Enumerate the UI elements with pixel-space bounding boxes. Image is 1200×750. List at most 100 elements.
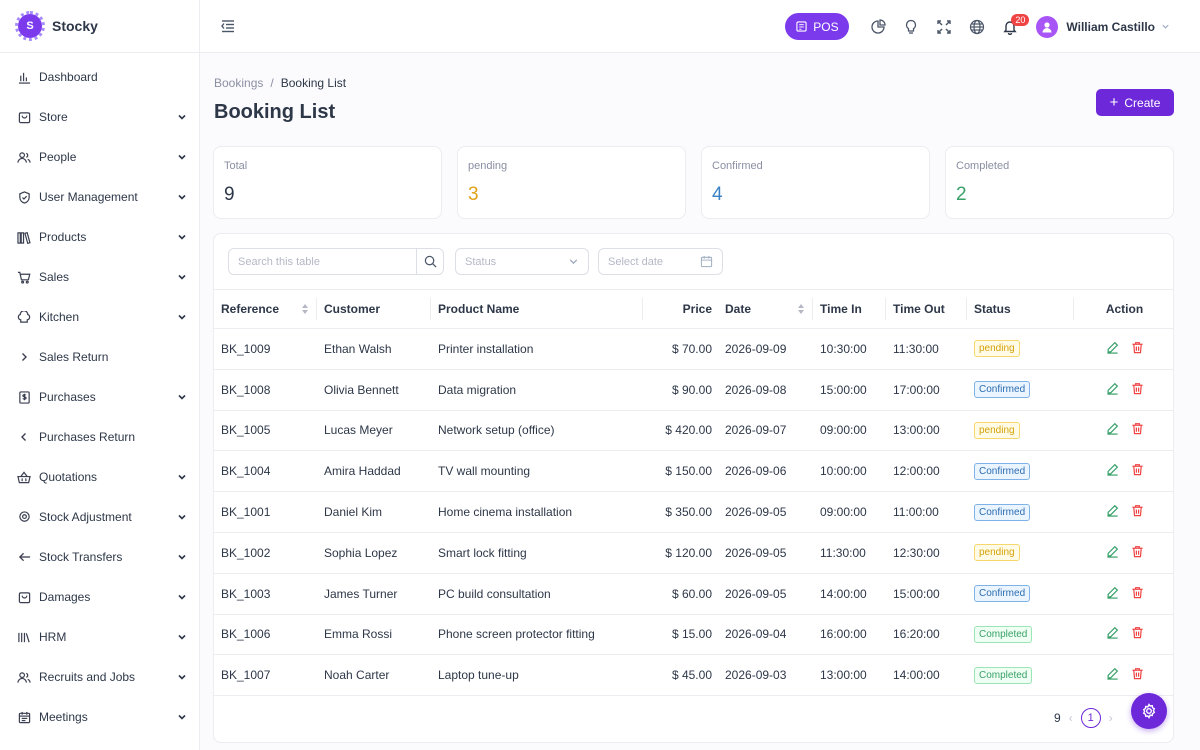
- cell-status: Completed: [967, 654, 1074, 697]
- menu-toggle-icon[interactable]: [220, 18, 236, 34]
- column-header-reference[interactable]: Reference: [214, 289, 317, 329]
- user-menu[interactable]: William Castillo: [1036, 15, 1170, 38]
- chevron-down-icon: [177, 552, 187, 562]
- cell-date: 2026-09-05: [718, 573, 813, 615]
- status-filter-select[interactable]: Status: [455, 248, 589, 275]
- sort-icon[interactable]: [797, 303, 805, 318]
- shield-icon: [17, 190, 31, 204]
- sidebar-item-store[interactable]: Store: [0, 97, 199, 137]
- delete-icon[interactable]: [1131, 545, 1144, 561]
- edit-icon[interactable]: [1106, 463, 1119, 479]
- edit-icon[interactable]: [1106, 341, 1119, 357]
- pagination-prev-button[interactable]: ‹: [1069, 711, 1073, 725]
- cell-reference: BK_1003: [214, 573, 317, 615]
- pos-icon: [796, 21, 807, 32]
- sidebar-item-products[interactable]: Products: [0, 217, 199, 257]
- search-input[interactable]: [229, 249, 416, 274]
- create-button[interactable]: + Create: [1096, 89, 1174, 116]
- cell-reference: BK_1005: [214, 410, 317, 452]
- table-row[interactable]: BK_1004 Amira Haddad TV wall mounting $ 150…: [214, 450, 1173, 493]
- breadcrumb-parent[interactable]: Bookings: [214, 76, 263, 90]
- sidebar-item-damages[interactable]: Damages: [0, 577, 199, 617]
- sidebar-item-purchases[interactable]: Purchases: [0, 377, 199, 417]
- delete-icon[interactable]: [1131, 422, 1144, 438]
- cell-time-in: 15:00:00: [813, 369, 886, 411]
- bell-icon[interactable]: 20: [993, 10, 1030, 43]
- pagination-next-button[interactable]: ›: [1109, 711, 1113, 725]
- table-row[interactable]: BK_1002 Sophia Lopez Smart lock fitting $ 1…: [214, 532, 1173, 574]
- edit-icon[interactable]: [1106, 626, 1119, 642]
- table-row[interactable]: BK_1007 Noah Carter Laptop tune-up $ 45.00 2…: [214, 654, 1173, 697]
- delete-icon[interactable]: [1131, 341, 1144, 357]
- sidebar-item-marketing[interactable]: Marketing: [0, 737, 199, 750]
- cell-time-out: 11:00:00: [886, 491, 967, 533]
- delete-icon[interactable]: [1131, 463, 1144, 479]
- column-header-date[interactable]: Date: [718, 289, 813, 329]
- sidebar-item-sales[interactable]: Sales: [0, 257, 199, 297]
- chevron-down-icon: [177, 632, 187, 642]
- stat-card-pending: pending 3: [457, 146, 686, 219]
- edit-icon[interactable]: [1106, 586, 1119, 602]
- sidebar-item-meetings[interactable]: Meetings: [0, 697, 199, 737]
- pos-button[interactable]: POS: [785, 13, 850, 40]
- stat-value: 9: [224, 184, 235, 205]
- pagination-page-1[interactable]: 1: [1080, 708, 1101, 728]
- arrow-left-icon: [17, 550, 31, 564]
- lightbulb-icon[interactable]: [894, 10, 927, 43]
- chevron-down-icon: [568, 256, 579, 270]
- table-row[interactable]: BK_1006 Emma Rossi Phone screen protector …: [214, 614, 1173, 656]
- sort-icon[interactable]: [301, 303, 309, 318]
- sidebar-item-kitchen[interactable]: Kitchen: [0, 297, 199, 337]
- pie-chart-icon[interactable]: [861, 10, 894, 43]
- sidebar-item-purchases-return[interactable]: Purchases Return: [0, 417, 199, 457]
- search-box: [228, 248, 444, 275]
- delete-icon[interactable]: [1131, 586, 1144, 602]
- cell-product: Laptop tune-up: [431, 654, 643, 697]
- booking-table: Reference Customer Product Name Price Da…: [214, 289, 1173, 697]
- brand[interactable]: S Stocky: [0, 0, 199, 53]
- sidebar-nav: Dashboard Store People User Management Produ…: [0, 53, 199, 750]
- sidebar-item-people[interactable]: People: [0, 137, 199, 177]
- table-row[interactable]: BK_1009 Ethan Walsh Printer installation $ …: [214, 328, 1173, 370]
- edit-icon[interactable]: [1106, 545, 1119, 561]
- cell-reference: BK_1008: [214, 369, 317, 411]
- sidebar-item-quotations[interactable]: Quotations: [0, 457, 199, 497]
- table-row[interactable]: BK_1001 Daniel Kim Home cinema installatio…: [214, 491, 1173, 533]
- table-row[interactable]: BK_1003 James Turner PC build consultation…: [214, 573, 1173, 615]
- delete-icon[interactable]: [1131, 667, 1144, 683]
- sidebar-item-recruits-and-jobs[interactable]: Recruits and Jobs: [0, 657, 199, 697]
- sidebar-item-sales-return[interactable]: Sales Return: [0, 337, 199, 377]
- chevron-down-icon: [177, 232, 187, 242]
- sidebar-item-dashboard[interactable]: Dashboard: [0, 57, 199, 97]
- delete-icon[interactable]: [1131, 382, 1144, 398]
- sidebar-item-stock-adjustment[interactable]: Stock Adjustment: [0, 497, 199, 537]
- table-row[interactable]: BK_1008 Olivia Bennett Data migration $ 90.…: [214, 369, 1173, 411]
- search-icon[interactable]: [416, 249, 443, 274]
- column-header-time-in: Time In: [813, 289, 886, 329]
- cell-customer: Olivia Bennett: [317, 369, 431, 411]
- cell-product: Printer installation: [431, 328, 643, 370]
- globe-icon[interactable]: [960, 10, 993, 43]
- edit-icon[interactable]: [1106, 422, 1119, 438]
- delete-icon[interactable]: [1131, 626, 1144, 642]
- stat-value: 3: [468, 184, 479, 205]
- edit-icon[interactable]: [1106, 667, 1119, 683]
- edit-icon[interactable]: [1106, 382, 1119, 398]
- cell-actions: [1074, 573, 1173, 615]
- cart-icon: [17, 270, 31, 284]
- plus-icon: +: [1109, 94, 1119, 111]
- sidebar-item-stock-transfers[interactable]: Stock Transfers: [0, 537, 199, 577]
- sidebar-item-hrm[interactable]: HRM: [0, 617, 199, 657]
- table-row[interactable]: BK_1005 Lucas Meyer Network setup (office)…: [214, 410, 1173, 452]
- main-content: Bookings / Booking List Booking List + Cre…: [200, 53, 1200, 750]
- status-badge: pending: [974, 421, 1020, 439]
- sidebar-item-user-management[interactable]: User Management: [0, 177, 199, 217]
- cell-actions: [1074, 369, 1173, 411]
- delete-icon[interactable]: [1131, 504, 1144, 520]
- settings-fab-button[interactable]: [1131, 693, 1167, 729]
- fullscreen-icon[interactable]: [927, 10, 960, 43]
- date-filter-picker[interactable]: Select date: [598, 248, 723, 275]
- column-header-time-out: Time Out: [886, 289, 967, 329]
- cell-time-in: 10:30:00: [813, 328, 886, 370]
- edit-icon[interactable]: [1106, 504, 1119, 520]
